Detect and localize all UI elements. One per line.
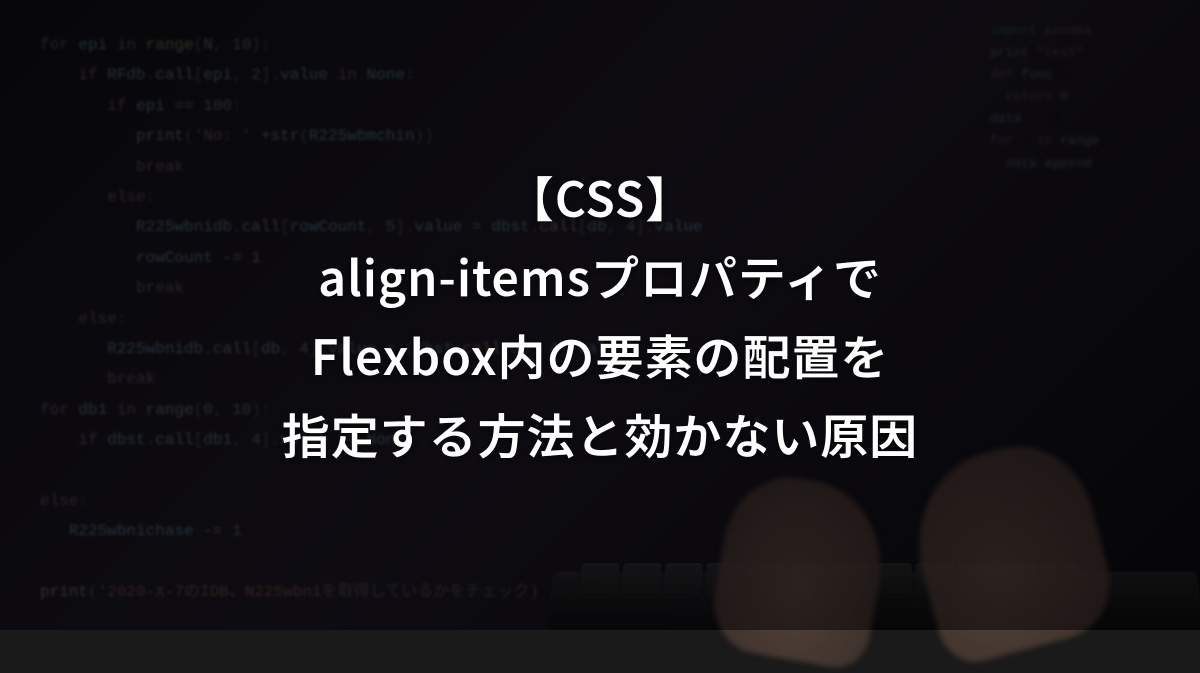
title-line-4: 指定する方法と効かない原因	[282, 394, 918, 473]
title-line-3: Flexbox内の要素の配置を	[311, 315, 890, 394]
title-line-1: 【CSS】	[506, 157, 694, 236]
title-line-2: align-itemsプロパティで	[318, 236, 882, 315]
title-container: 【CSS】 align-itemsプロパティで Flexbox内の要素の配置を …	[0, 0, 1200, 630]
